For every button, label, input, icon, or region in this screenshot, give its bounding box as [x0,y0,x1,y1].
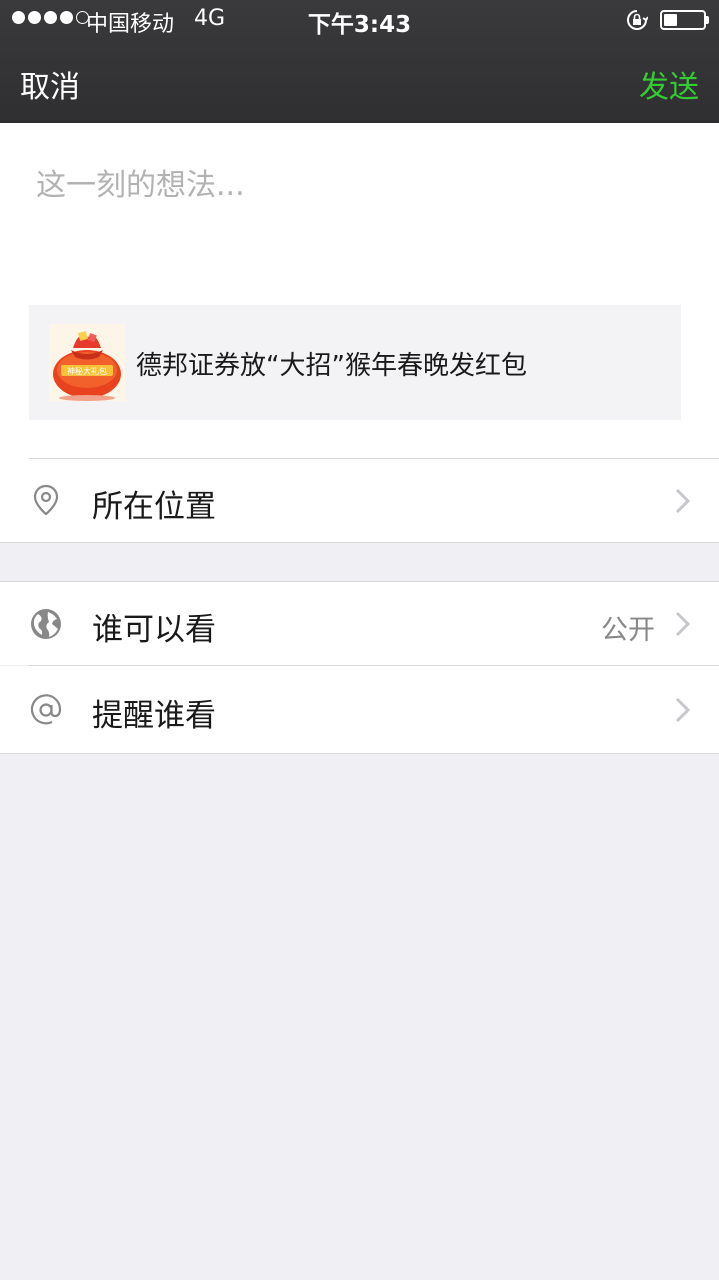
location-row[interactable]: 所在位置 [0,459,719,542]
globe-icon [31,609,61,639]
red-gift-bag-thumbnail: 神秘大礼包 [49,324,125,401]
location-label: 所在位置 [92,489,216,525]
chevron-right-icon [675,611,691,637]
top-bar-background: 中国移动 4G 下午3:43 取消 发送 [0,0,719,123]
send-button[interactable]: 发送 [639,62,699,106]
orientation-lock-icon [627,10,648,30]
visibility-row[interactable]: 谁可以看 公开 [0,582,719,665]
thumbnail-text: 神秘大礼包 [67,366,107,376]
shared-link-card[interactable]: 神秘大礼包 德邦证券放“大招”猴年春晚发红包 [29,305,681,420]
at-sign-icon [30,694,62,725]
remind-label: 提醒谁看 [92,698,216,734]
battery-tip [706,16,709,24]
visibility-label: 谁可以看 [92,612,216,648]
divider [0,542,719,543]
location-pin-icon [33,484,59,516]
battery-icon [660,10,706,30]
divider [0,753,719,754]
cancel-button[interactable]: 取消 [20,62,80,106]
post-text-input[interactable] [36,155,676,215]
chevron-right-icon [675,697,691,723]
status-bar: 中国移动 4G 下午3:43 [0,0,719,40]
shared-link-title: 德邦证券放“大招”猴年春晚发红包 [136,351,527,381]
chevron-right-icon [675,488,691,514]
status-time: 下午3:43 [307,12,412,38]
remind-row[interactable]: 提醒谁看 [0,666,719,753]
nav-bar: 取消 发送 [0,40,719,123]
visibility-value: 公开 [601,615,655,646]
